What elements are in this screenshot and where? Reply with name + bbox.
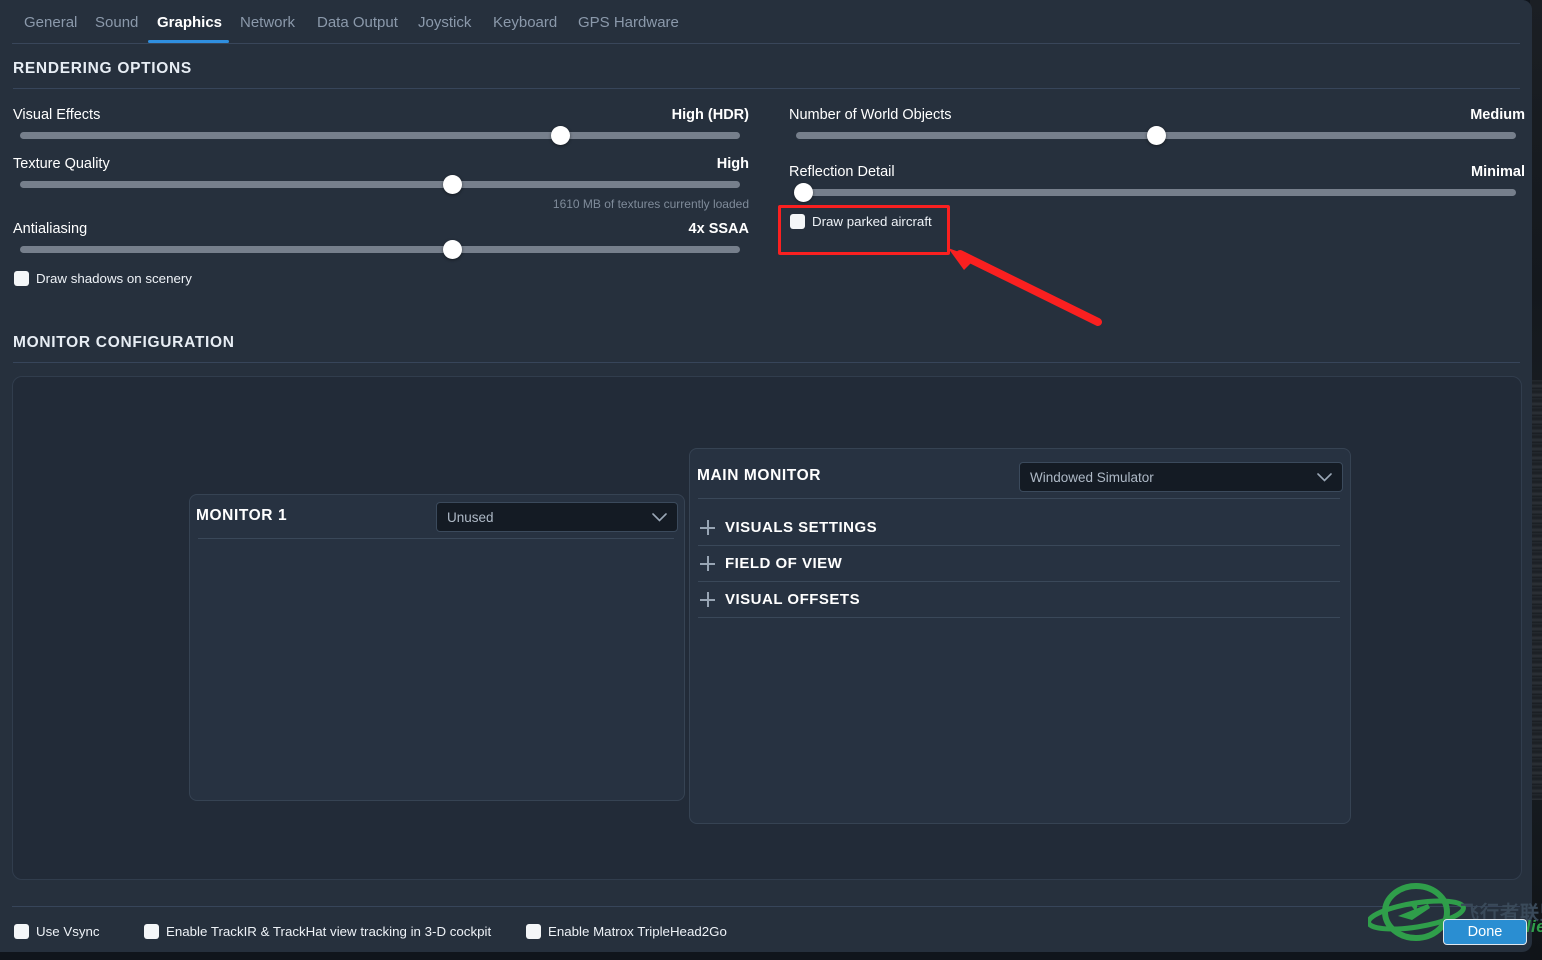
enable-matrox-checkbox[interactable]: [526, 924, 541, 939]
main-monitor-card: [689, 448, 1351, 824]
plus-icon: [700, 520, 715, 535]
draw-parked-aircraft-checkbox-row[interactable]: Draw parked aircraft: [790, 214, 932, 229]
plus-icon: [700, 592, 715, 607]
use-vsync-checkbox[interactable]: [14, 924, 29, 939]
draw-shadows-checkbox-row[interactable]: Draw shadows on scenery: [14, 271, 192, 286]
tab-data-output[interactable]: Data Output: [317, 14, 398, 31]
rendering-options-heading: RENDERING OPTIONS: [13, 60, 192, 77]
field-of-view-label: FIELD OF VIEW: [725, 555, 843, 572]
enable-trackir-checkbox-row[interactable]: Enable TrackIR & TrackHat view tracking …: [144, 924, 491, 939]
plus-icon: [700, 556, 715, 571]
draw-parked-aircraft-label: Draw parked aircraft: [812, 214, 932, 229]
tab-gps-hardware[interactable]: GPS Hardware: [578, 14, 679, 31]
visuals-settings-divider: [698, 545, 1340, 546]
rendering-options-divider: [13, 88, 1520, 89]
world-objects-label: Number of World Objects: [789, 107, 952, 123]
visual-effects-slider-knob[interactable]: [551, 126, 570, 145]
enable-matrox-label: Enable Matrox TripleHead2Go: [548, 924, 727, 939]
world-objects-value: Medium: [1470, 107, 1525, 123]
settings-tab-bar: General Sound Graphics Network Data Outp…: [0, 0, 1532, 44]
draw-shadows-label: Draw shadows on scenery: [36, 271, 192, 286]
done-button[interactable]: Done: [1443, 919, 1527, 945]
xplane-settings-window: General Sound Graphics Network Data Outp…: [0, 0, 1532, 952]
monitor-1-mode-value: Unused: [447, 509, 494, 525]
monitor-1-header-divider: [198, 538, 674, 539]
main-monitor-header-divider: [698, 498, 1340, 499]
main-monitor-mode-dropdown[interactable]: Windowed Simulator: [1019, 462, 1343, 492]
use-vsync-checkbox-row[interactable]: Use Vsync: [14, 924, 100, 939]
visual-offsets-divider: [698, 617, 1340, 618]
field-of-view-divider: [698, 581, 1340, 582]
tab-sound[interactable]: Sound: [95, 14, 138, 31]
texture-memory-note: 1610 MB of textures currently loaded: [552, 197, 749, 211]
antialiasing-slider-knob[interactable]: [443, 240, 462, 259]
main-monitor-title: MAIN MONITOR: [697, 467, 822, 484]
world-objects-slider-track[interactable]: [796, 126, 1516, 145]
visual-effects-slider-track[interactable]: [20, 126, 740, 145]
reflection-detail-value: Minimal: [1471, 164, 1525, 180]
monitor-1-card: [189, 494, 685, 801]
texture-quality-slider-knob[interactable]: [443, 175, 462, 194]
desktop-right-texture: [1532, 380, 1542, 800]
enable-matrox-checkbox-row[interactable]: Enable Matrox TripleHead2Go: [526, 924, 727, 939]
visual-effects-label: Visual Effects: [13, 107, 101, 123]
antialiasing-label: Antialiasing: [13, 221, 88, 237]
tab-keyboard[interactable]: Keyboard: [493, 14, 557, 31]
visuals-settings-label: VISUALS SETTINGS: [725, 519, 878, 536]
main-monitor-mode-value: Windowed Simulator: [1030, 469, 1154, 485]
tab-graphics[interactable]: Graphics: [157, 14, 222, 31]
world-objects-slider-knob[interactable]: [1147, 126, 1166, 145]
antialiasing-slider-track[interactable]: [20, 240, 740, 259]
enable-trackir-label: Enable TrackIR & TrackHat view tracking …: [166, 924, 492, 939]
reflection-detail-slider-knob[interactable]: [794, 183, 813, 202]
monitor-1-mode-dropdown[interactable]: Unused: [436, 502, 678, 532]
monitor-configuration-divider: [13, 362, 1520, 363]
enable-trackir-checkbox[interactable]: [144, 924, 159, 939]
visual-effects-value: High (HDR): [671, 107, 749, 123]
texture-quality-value: High: [716, 156, 749, 172]
draw-parked-aircraft-checkbox[interactable]: [790, 214, 805, 229]
monitor-1-title: MONITOR 1: [196, 507, 288, 524]
reflection-detail-label: Reflection Detail: [789, 164, 895, 180]
visual-offsets-expander[interactable]: VISUAL OFFSETS: [700, 591, 860, 608]
field-of-view-expander[interactable]: FIELD OF VIEW: [700, 555, 842, 572]
tab-joystick[interactable]: Joystick: [418, 14, 471, 31]
texture-quality-slider-track[interactable]: [20, 175, 740, 194]
use-vsync-label: Use Vsync: [36, 924, 100, 939]
antialiasing-value: 4x SSAA: [688, 221, 749, 237]
visuals-settings-expander[interactable]: VISUALS SETTINGS: [700, 519, 877, 536]
reflection-detail-slider-track[interactable]: [794, 183, 1516, 202]
draw-shadows-checkbox[interactable]: [14, 271, 29, 286]
chevron-down-icon: [1317, 473, 1332, 482]
tab-network[interactable]: Network: [240, 14, 295, 31]
monitor-configuration-heading: MONITOR CONFIGURATION: [13, 334, 235, 351]
visual-offsets-label: VISUAL OFFSETS: [725, 591, 861, 608]
tab-bar-divider: [12, 43, 1520, 44]
texture-quality-label: Texture Quality: [13, 156, 110, 172]
footer-divider: [12, 906, 1520, 907]
tab-general[interactable]: General: [24, 14, 77, 31]
chevron-down-icon: [652, 513, 667, 522]
